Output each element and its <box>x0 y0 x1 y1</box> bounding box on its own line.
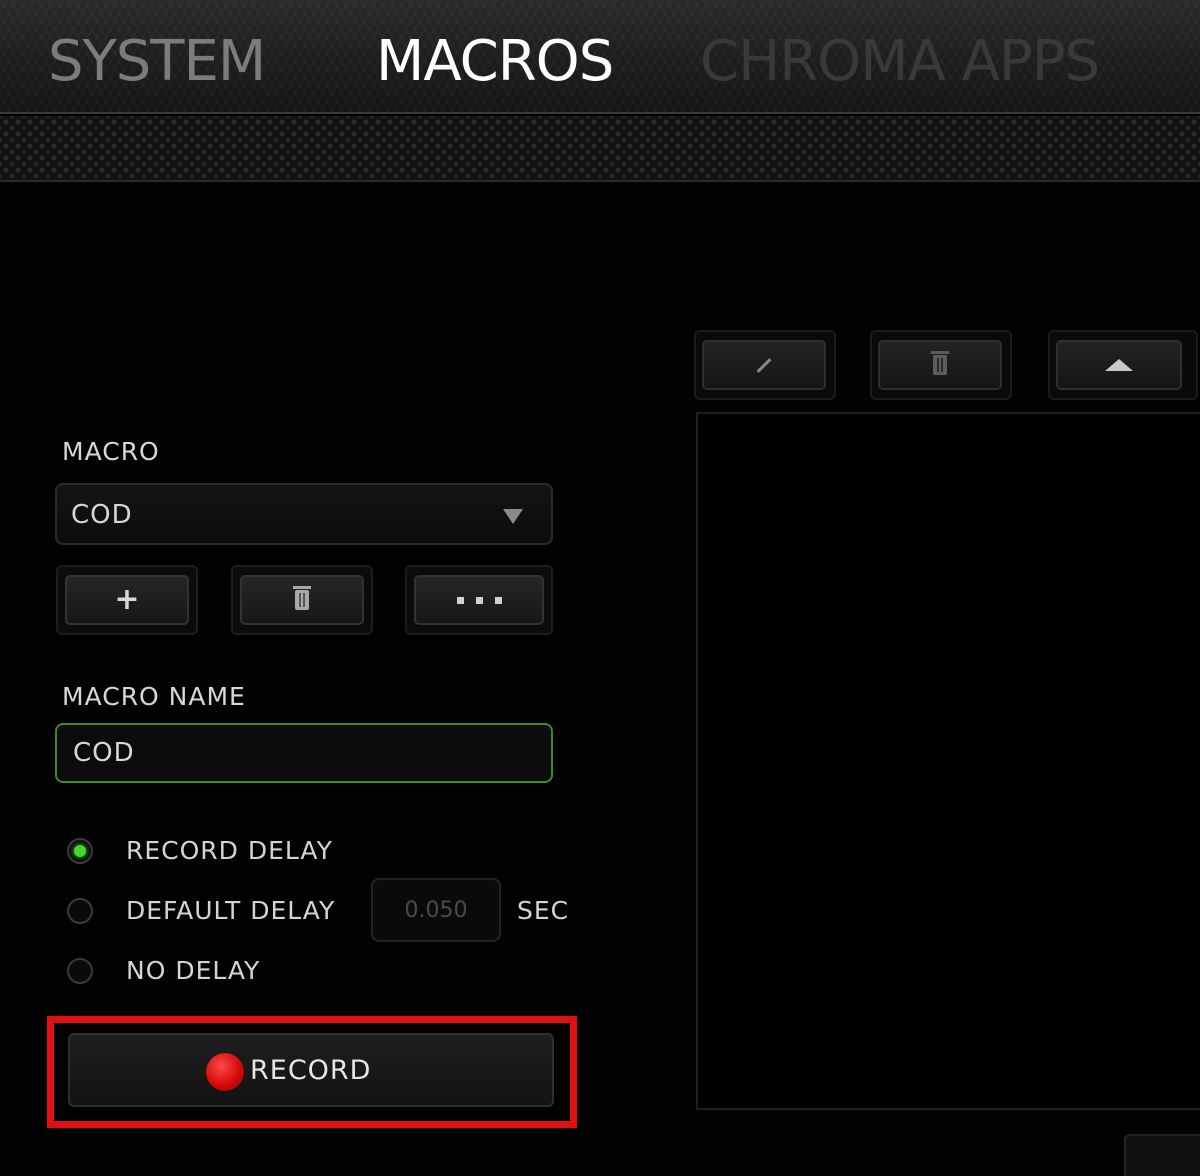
no-delay-radio[interactable] <box>67 958 93 984</box>
macro-event-list[interactable] <box>696 412 1200 1110</box>
hex-pattern-divider <box>0 116 1200 182</box>
delete-event-button[interactable] <box>878 340 1002 390</box>
plus-icon: + <box>114 582 140 617</box>
record-dot-icon <box>206 1053 244 1091</box>
macro-select[interactable]: COD <box>55 483 553 545</box>
macro-label: MACRO <box>62 437 160 466</box>
ellipsis-icon <box>456 596 502 604</box>
trash-icon <box>293 586 311 610</box>
top-navigation: SYSTEM MACROS CHROMA APPS <box>0 0 1200 114</box>
record-delay-radio[interactable] <box>67 838 93 864</box>
record-delay-label[interactable]: RECORD DELAY <box>126 836 333 865</box>
delete-event-frame <box>870 330 1012 400</box>
add-macro-button[interactable]: + <box>65 575 189 625</box>
trash-icon <box>931 351 949 375</box>
macro-name-input[interactable] <box>55 723 553 783</box>
edit-event-frame <box>694 330 836 400</box>
delete-macro-button[interactable] <box>240 575 364 625</box>
edit-event-button[interactable] <box>702 340 826 390</box>
default-delay-label[interactable]: DEFAULT DELAY <box>126 896 335 925</box>
delete-macro-frame <box>231 565 373 635</box>
record-button[interactable]: RECORD <box>68 1033 554 1107</box>
tab-chroma-apps[interactable]: CHROMA APPS <box>700 30 1100 94</box>
default-delay-input[interactable] <box>371 878 501 942</box>
panel-corner-button[interactable] <box>1124 1134 1200 1176</box>
default-delay-radio[interactable] <box>67 898 93 924</box>
pencil-icon <box>756 357 772 373</box>
triangle-up-icon <box>1105 359 1133 371</box>
add-macro-frame: + <box>56 565 198 635</box>
record-button-label: RECORD <box>250 1055 372 1086</box>
razer-macro-editor: SYSTEM MACROS CHROMA APPS MACRO COD + MA… <box>0 0 1200 1176</box>
delay-unit-label: SEC <box>517 896 570 925</box>
tab-system[interactable]: SYSTEM <box>48 30 266 94</box>
more-options-frame <box>405 565 553 635</box>
more-options-button[interactable] <box>414 575 544 625</box>
tab-macros[interactable]: MACROS <box>376 30 614 94</box>
move-event-up-button[interactable] <box>1056 340 1182 390</box>
chevron-down-icon <box>503 509 523 524</box>
macro-name-label: MACRO NAME <box>62 682 246 711</box>
macro-select-value: COD <box>71 500 133 530</box>
no-delay-label[interactable]: NO DELAY <box>126 956 260 985</box>
move-up-frame <box>1048 330 1198 400</box>
